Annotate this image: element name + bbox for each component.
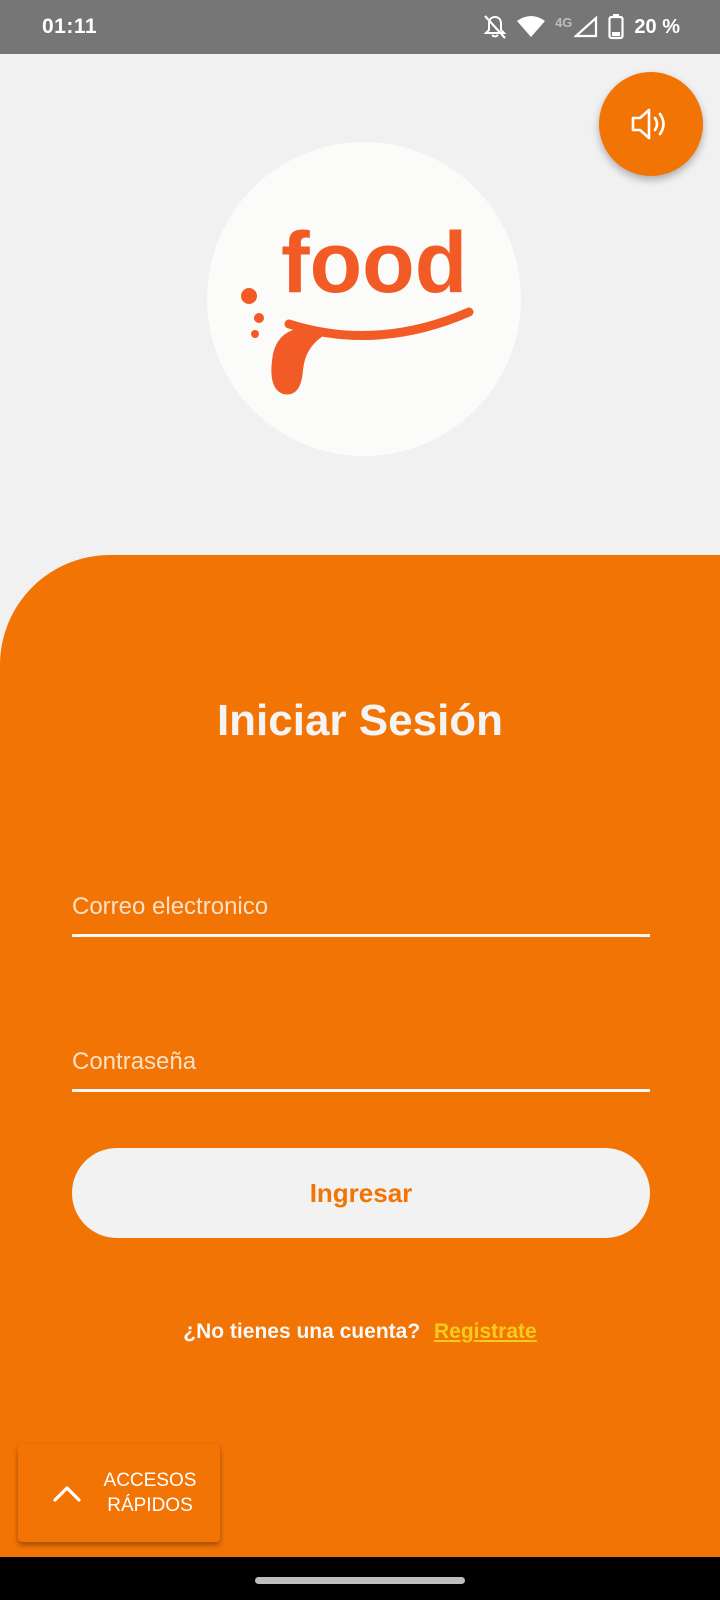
home-gesture-handle[interactable] [255,1577,465,1584]
chevron-up-icon [53,1486,81,1502]
logo-text: food [281,215,467,311]
network-type: 4G [555,14,573,30]
signup-link[interactable]: Registrate [434,1320,537,1343]
signup-prompt: ¿No tienes una cuenta? Registrate [0,1320,720,1344]
signal-icon [574,16,598,38]
signup-question: ¿No tienes una cuenta? [183,1320,421,1343]
notifications-off-icon [483,14,507,40]
quick-access-line1: ACCESOS [103,1470,197,1491]
wifi-icon [517,16,546,38]
app-logo: food [207,142,521,456]
volume-icon [631,108,665,140]
battery-icon [608,14,625,40]
status-time: 01:11 [42,15,98,38]
status-bar: 01:11 4G 20 % [0,0,720,54]
password-field[interactable] [72,1034,650,1092]
status-icons: 4G 20 % [483,14,680,40]
quick-access-button[interactable]: ACCESOS RÁPIDOS [18,1444,220,1542]
email-field[interactable] [72,879,650,937]
quick-access-label: ACCESOS RÁPIDOS [100,1468,200,1518]
sound-button[interactable] [599,72,703,176]
login-title: Iniciar Sesión [216,696,504,745]
login-button[interactable]: Ingresar [72,1148,650,1238]
quick-access-line2: RÁPIDOS [107,1495,193,1516]
navigation-bar [0,1557,720,1600]
battery-percent: 20 % [634,15,680,38]
